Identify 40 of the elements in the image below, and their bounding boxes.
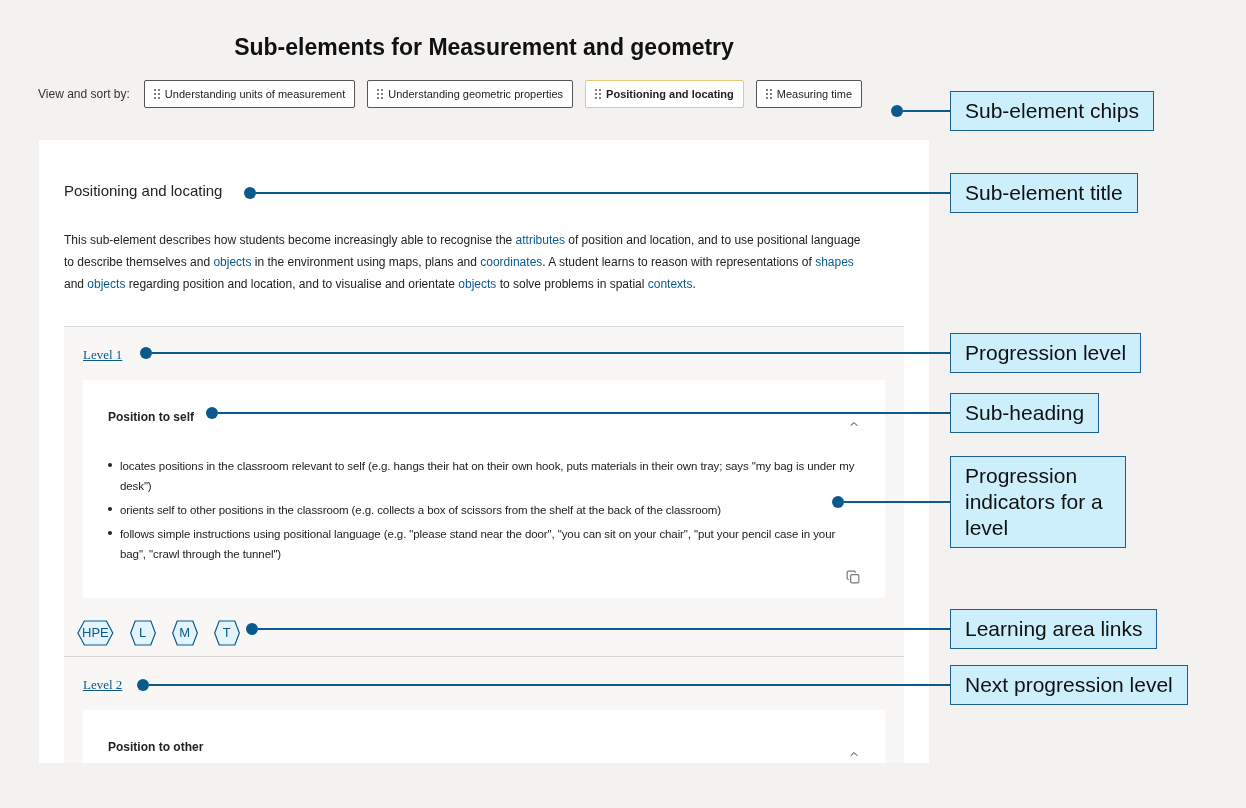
drag-handle-icon (377, 89, 384, 99)
sort-label: View and sort by: (38, 86, 130, 103)
learning-area-link[interactable]: M (171, 619, 198, 646)
sub-element-chip[interactable]: Measuring time (755, 80, 863, 108)
callout-label: Next progression level (950, 665, 1188, 705)
copy-icon[interactable] (846, 569, 860, 584)
sub-element-title: Positioning and locating (64, 181, 223, 201)
leader-line (891, 105, 950, 117)
sub-heading: Position to other (108, 738, 204, 756)
drag-handle-icon (765, 89, 772, 99)
learning-area-link[interactable]: HPE (77, 619, 114, 646)
callout-label: Sub-element title (950, 173, 1138, 213)
drag-handle-icon (153, 89, 160, 99)
callout-label: Progression level (950, 333, 1142, 373)
description-paragraph: This sub-element describes how students become increasingly able to recognise the attributes of position and location, and to use positional language to describe themselves and objects in the environment using maps, plans and coordinates. A student learns to reason with representations of shapes and objects regarding position and location, and to visualise and orientate objects to solve problems in spatial contexts. (64, 231, 862, 293)
progression-indicator: follows simple instructions using positional language (e.g. "please stand near the door", "you can sit on your chair", "put your pencil case in your bag", "crawl through the tunnel") (120, 526, 837, 562)
glossary-link[interactable]: shapes (815, 254, 854, 269)
glossary-link[interactable]: objects (458, 276, 497, 291)
glossary-link[interactable]: objects (87, 276, 126, 291)
bullet-icon (108, 530, 112, 535)
progression-indicator: orients self to other positions in the classroom (e.g. collects a box of scissors from the shelf at the back of the classroom) (120, 502, 721, 518)
drag-handle-icon (595, 89, 602, 99)
sub-heading: Position to self (108, 408, 194, 426)
sub-element-chip[interactable]: Understanding geometric properties (367, 80, 574, 108)
level-link[interactable]: Level 1 (83, 346, 123, 362)
glossary-link[interactable]: attributes (515, 232, 565, 247)
learning-area-link[interactable]: T (213, 619, 240, 646)
page-title: Sub-elements for Measurement and geometry (233, 33, 735, 62)
glossary-link[interactable]: objects (213, 254, 252, 269)
progression-indicator: locates positions in the classroom relevant to self (e.g. hangs their hat on their own hook, puts materials in their own tray; says "my bag is under my desk") (120, 458, 856, 494)
sub-element-chip[interactable]: Understanding units of measurement (143, 80, 356, 108)
callout-label: Progression indicators for a level (950, 456, 1126, 548)
learning-area-link[interactable]: L (129, 619, 156, 646)
level-link[interactable]: Level 2 (83, 676, 123, 692)
callout-label: Learning area links (950, 609, 1158, 649)
bullet-icon (108, 462, 112, 467)
callout-label: Sub-heading (950, 393, 1100, 433)
callout-label: Sub-element chips (950, 91, 1154, 131)
sub-element-chip[interactable]: Positioning and locating (585, 80, 744, 108)
bullet-icon (108, 506, 112, 511)
